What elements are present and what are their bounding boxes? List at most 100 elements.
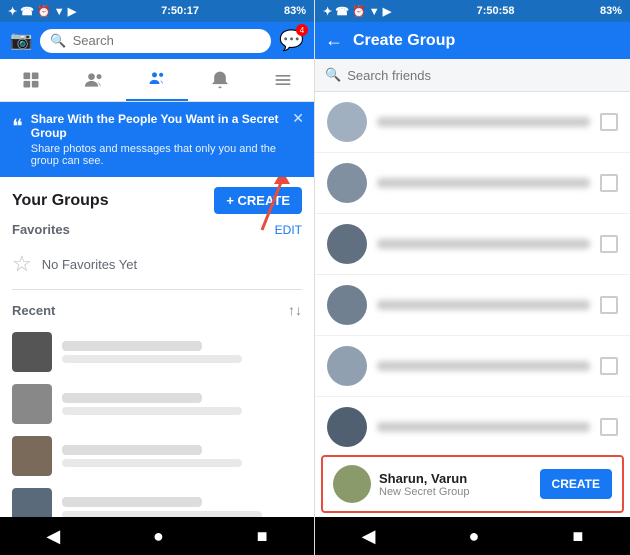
search-icon: 🔍: [50, 33, 66, 49]
left-bottom-nav: ◀ ● ■: [0, 517, 314, 555]
messenger-badge: 4: [296, 24, 308, 36]
friend-item[interactable]: [315, 153, 630, 214]
group-info: [62, 393, 302, 415]
tab-menu[interactable]: [251, 59, 314, 101]
search-bar[interactable]: 🔍: [40, 29, 271, 53]
friend-name: [377, 117, 590, 127]
selected-avatar: [333, 465, 371, 503]
home-button[interactable]: ●: [153, 526, 164, 547]
divider-1: [12, 289, 302, 290]
recent-title: Recent: [12, 303, 55, 318]
group-avatar: [12, 384, 52, 424]
back-button[interactable]: ◀: [46, 526, 60, 547]
right-bottom-nav: ◀ ● ■: [315, 517, 630, 555]
create-button-bottom[interactable]: CREATE: [540, 469, 612, 499]
group-item[interactable]: [12, 430, 302, 482]
tab-groups[interactable]: [126, 59, 189, 101]
group-name: [62, 445, 202, 455]
friend-search-icon: 🔍: [325, 67, 341, 83]
friend-item[interactable]: [315, 336, 630, 397]
banner-title: Share With the People You Want in a Secr…: [31, 112, 302, 140]
group-item[interactable]: [12, 378, 302, 430]
banner-content: Share With the People You Want in a Secr…: [31, 112, 302, 167]
tab-feed[interactable]: [0, 59, 63, 101]
banner-close-icon[interactable]: ✕: [292, 110, 304, 127]
tab-notifications[interactable]: [188, 59, 251, 101]
friend-checkbox[interactable]: [600, 174, 618, 192]
recent-header: Recent ↑↓: [12, 302, 302, 318]
friend-checkbox[interactable]: [600, 235, 618, 253]
group-info: [62, 341, 302, 363]
create-group-title: Create Group: [353, 32, 455, 50]
group-name: [62, 341, 202, 351]
selected-sub: New Secret Group: [379, 486, 532, 498]
friend-search-bar[interactable]: 🔍: [315, 59, 630, 92]
group-info: [62, 445, 302, 467]
back-button[interactable]: ◀: [362, 526, 376, 547]
messenger-icon[interactable]: 💬 4: [279, 28, 304, 53]
right-panel: ✦ ☎ ⏰ ▼ ▶ 7:50:58 83% ← Create Group 🔍: [315, 0, 630, 555]
favorites-title: Favorites: [12, 222, 70, 237]
left-time: 7:50:17: [161, 5, 199, 17]
friend-avatar: [327, 285, 367, 325]
nav-tabs: [0, 59, 314, 102]
back-arrow-icon[interactable]: ←: [325, 30, 343, 51]
friend-avatar: [327, 163, 367, 203]
friend-checkbox[interactable]: [600, 296, 618, 314]
friend-name: [377, 178, 590, 188]
left-status-bar: ✦ ☎ ⏰ ▼ ▶ 7:50:17 83%: [0, 0, 314, 22]
home-button[interactable]: ●: [469, 526, 480, 547]
friend-item[interactable]: [315, 214, 630, 275]
group-meta: [62, 407, 242, 415]
friend-name: [377, 361, 590, 371]
right-status-bar: ✦ ☎ ⏰ ▼ ▶ 7:50:58 83%: [315, 0, 630, 22]
friends-list: [315, 92, 630, 451]
left-header: 📷 🔍 💬 4: [0, 22, 314, 59]
tab-friends[interactable]: [63, 59, 126, 101]
sort-icon[interactable]: ↑↓: [288, 302, 302, 318]
group-name: [62, 393, 202, 403]
left-battery: 83%: [284, 5, 306, 17]
red-arrow: [232, 177, 292, 235]
right-header: ← Create Group: [315, 22, 630, 59]
no-favorites-text: No Favorites Yet: [42, 257, 137, 272]
friend-item[interactable]: [315, 92, 630, 153]
recents-button[interactable]: ■: [573, 526, 584, 547]
group-name: [62, 497, 202, 507]
group-meta: [62, 355, 242, 363]
group-item[interactable]: [12, 482, 302, 517]
right-status-icons: ✦ ☎ ⏰ ▼ ▶: [323, 5, 391, 18]
no-favorites: ☆ No Favorites Yet: [12, 243, 302, 285]
friend-checkbox[interactable]: [600, 113, 618, 131]
friend-item[interactable]: [315, 397, 630, 451]
friend-checkbox[interactable]: [600, 357, 618, 375]
bluetooth-icon: ✦ ☎ ⏰ ▼ ▶: [8, 5, 76, 18]
group-item[interactable]: [12, 326, 302, 378]
banner-desc: Share photos and messages that only you …: [31, 143, 302, 167]
quote-icon: ❝: [12, 114, 23, 167]
friend-name: [377, 422, 590, 432]
left-panel: ✦ ☎ ⏰ ▼ ▶ 7:50:17 83% 📷 🔍 💬 4: [0, 0, 315, 555]
friend-search-input[interactable]: [347, 68, 620, 83]
search-input[interactable]: [73, 33, 261, 48]
right-time: 7:50:58: [477, 5, 515, 17]
recents-button[interactable]: ■: [257, 526, 268, 547]
group-info: [62, 497, 302, 517]
friend-item[interactable]: [315, 275, 630, 336]
selected-info: Sharun, Varun New Secret Group: [379, 471, 532, 498]
friend-avatar: [327, 407, 367, 447]
left-content: Your Groups + CREATE Favorites EDIT ☆ No…: [0, 177, 314, 517]
banner: ❝ Share With the People You Want in a Se…: [0, 102, 314, 177]
camera-icon[interactable]: 📷: [10, 30, 32, 51]
friend-avatar: [327, 102, 367, 142]
your-groups-title: Your Groups: [12, 192, 109, 210]
friend-name: [377, 300, 590, 310]
group-avatar: [12, 488, 52, 517]
friend-name: [377, 239, 590, 249]
group-avatar: [12, 332, 52, 372]
friend-avatar: [327, 224, 367, 264]
selected-friend-bar: Sharun, Varun New Secret Group CREATE: [321, 455, 624, 513]
friend-checkbox[interactable]: [600, 418, 618, 436]
group-meta: [62, 459, 242, 467]
star-icon: ☆: [12, 251, 32, 277]
